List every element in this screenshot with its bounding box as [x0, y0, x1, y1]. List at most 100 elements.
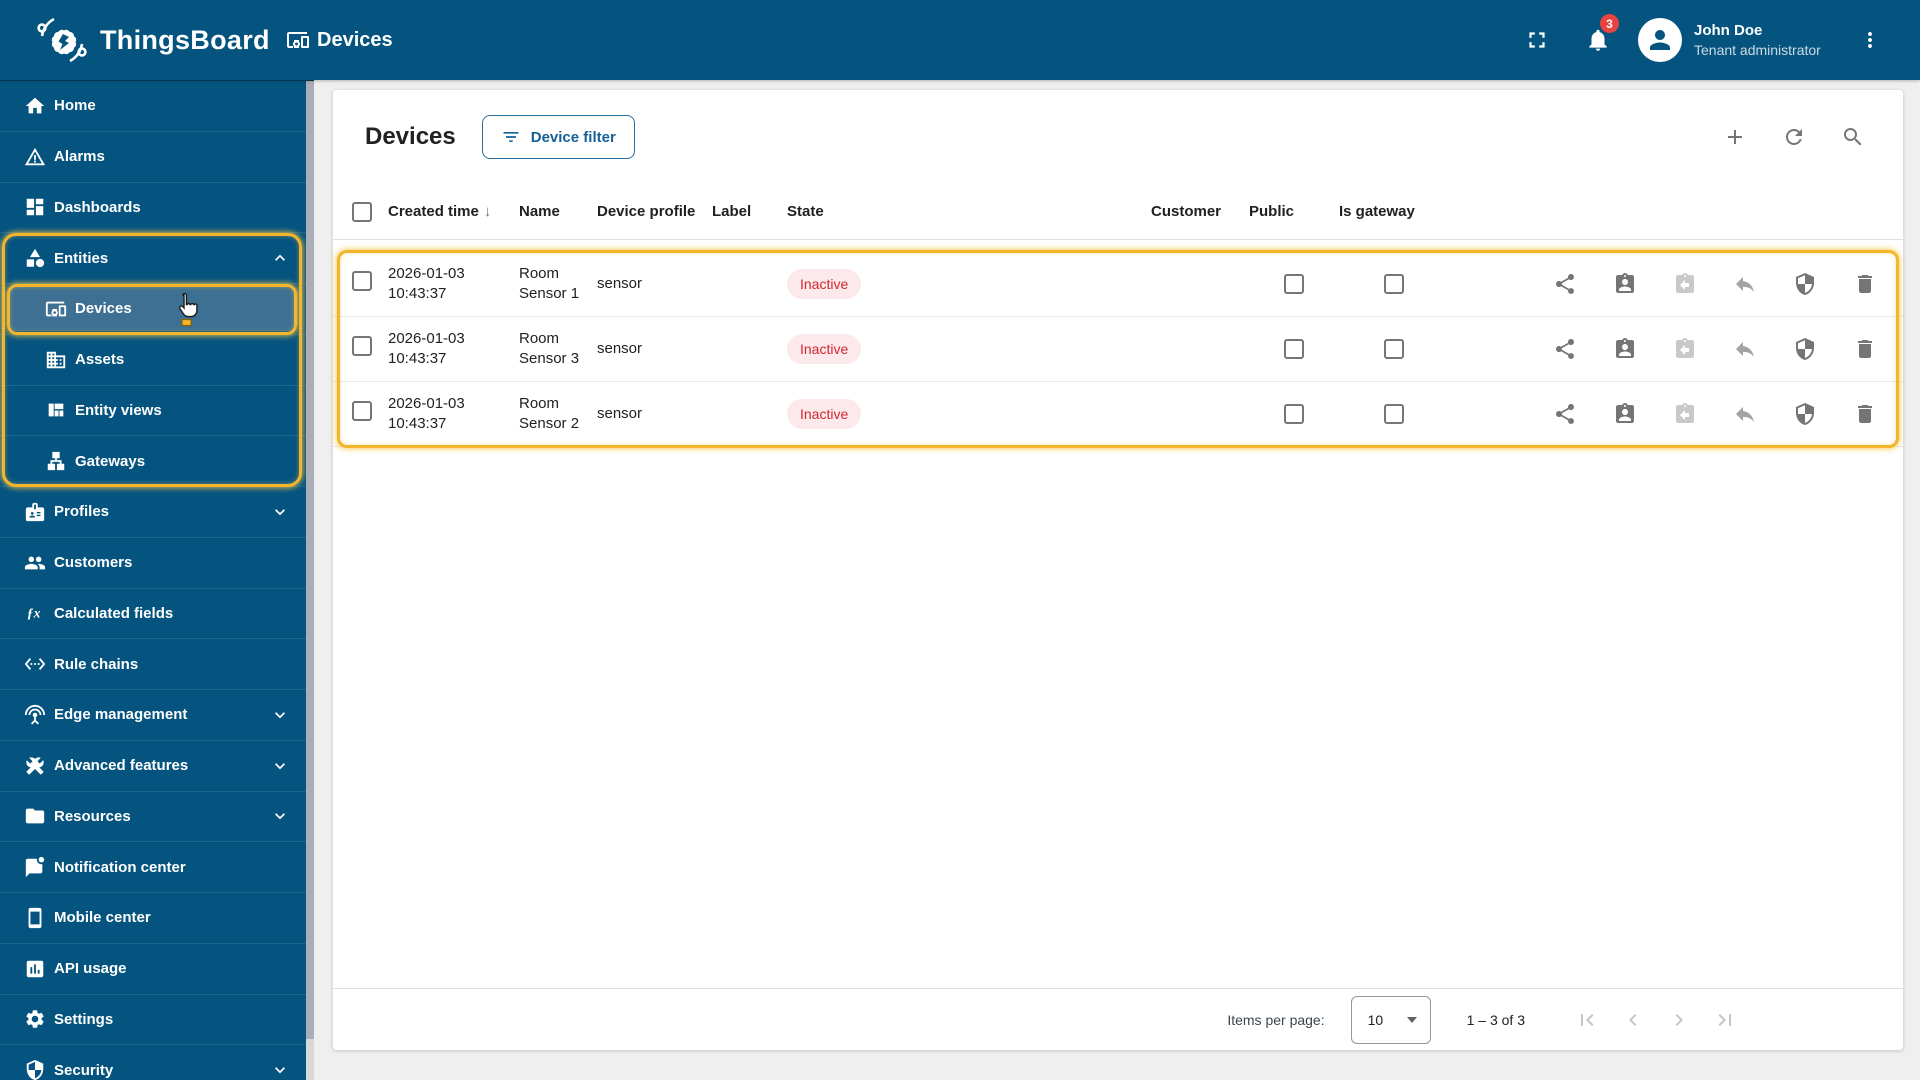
table-row[interactable]: 2026-01-03 10:43:37 Room Sensor 3 sensor…: [333, 317, 1903, 382]
row-checkbox[interactable]: [352, 270, 372, 291]
previous-page-button[interactable]: [1613, 1000, 1653, 1040]
user-avatar[interactable]: [1638, 18, 1682, 62]
paginator-range: 1 – 3 of 3: [1466, 1011, 1525, 1028]
sidebar-item-notification-center[interactable]: Notification center: [0, 842, 306, 893]
sidebar-item-entities[interactable]: Entities: [0, 233, 306, 284]
column-header-label[interactable]: Label: [712, 203, 787, 220]
next-page-button[interactable]: [1659, 1000, 1699, 1040]
delete-button[interactable]: [1853, 272, 1877, 296]
assign-customer-button[interactable]: [1613, 402, 1637, 426]
share-button[interactable]: [1553, 272, 1577, 296]
sidebar-item-advanced-features[interactable]: Advanced features: [0, 741, 306, 792]
gateway-checkbox[interactable]: [1384, 274, 1404, 294]
notifications-button[interactable]: 3: [1578, 14, 1619, 60]
sidebar-item-security[interactable]: Security: [0, 1045, 306, 1080]
sidebar-item-label: Entities: [54, 249, 109, 267]
sidebar-item-dashboards[interactable]: Dashboards: [0, 183, 306, 234]
column-header-device-profile[interactable]: Device profile: [597, 203, 712, 220]
sidebar-item-mobile-center[interactable]: Mobile center: [0, 893, 306, 944]
mobile-center-icon: [24, 907, 46, 929]
sidebar-item-label: Calculated fields: [54, 604, 174, 622]
last-page-button[interactable]: [1705, 1000, 1745, 1040]
add-device-button[interactable]: [1715, 117, 1755, 157]
assign-customer-button[interactable]: [1613, 337, 1637, 361]
row-checkbox[interactable]: [352, 400, 372, 421]
credentials-shield-icon: [1793, 337, 1817, 361]
delete-button[interactable]: [1853, 402, 1877, 426]
column-header-name[interactable]: Name: [519, 203, 597, 220]
sidebar-item-customers[interactable]: Customers: [0, 538, 306, 589]
sidebar-item-alarms[interactable]: Alarms: [0, 132, 306, 183]
refresh-icon: [1782, 125, 1806, 149]
column-header-created-time[interactable]: Created time ↓: [388, 203, 519, 220]
page-size-value: 10: [1367, 1011, 1384, 1028]
make-private-button[interactable]: [1733, 272, 1757, 296]
cell-created-time: 2026-01-03 10:43:37: [388, 264, 465, 302]
page-size-select[interactable]: 10: [1350, 995, 1431, 1044]
sidebar-item-gateways[interactable]: Gateways: [0, 436, 306, 487]
edge-management-icon: [24, 704, 46, 726]
sidebar-item-label: Alarms: [54, 148, 105, 166]
sidebar-item-settings[interactable]: Settings: [0, 995, 306, 1046]
first-page-icon: [1575, 1008, 1599, 1032]
sidebar-item-entity-views[interactable]: Entity views: [0, 386, 306, 437]
sidebar-item-calculated-fields[interactable]: Calculated fields: [0, 589, 306, 640]
card-toolbar: Devices Device filter: [333, 90, 1903, 184]
device-filter-label: Device filter: [530, 128, 616, 146]
chevron-down-icon: [270, 1060, 290, 1080]
table-row[interactable]: 2026-01-03 10:43:37 Room Sensor 1 sensor…: [333, 252, 1903, 317]
app-logo[interactable]: ThingsBoard: [34, 14, 270, 66]
public-checkbox[interactable]: [1284, 274, 1304, 294]
make-private-button[interactable]: [1733, 337, 1757, 361]
share-button[interactable]: [1553, 402, 1577, 426]
credentials-button[interactable]: [1793, 337, 1817, 361]
make-private-button[interactable]: [1733, 402, 1757, 426]
first-page-button[interactable]: [1567, 1000, 1607, 1040]
sidebar-item-profiles[interactable]: Profiles: [0, 487, 306, 538]
sidebar-item-label: Assets: [75, 351, 125, 369]
sidebar-item-devices[interactable]: Devices: [0, 284, 306, 335]
assign-customer-icon: [1613, 402, 1637, 426]
row-checkbox[interactable]: [352, 335, 372, 356]
assign-customer-icon: [1613, 337, 1637, 361]
unassign-customer-button[interactable]: [1673, 337, 1697, 361]
delete-button[interactable]: [1853, 337, 1877, 361]
assign-customer-button[interactable]: [1613, 272, 1637, 296]
search-button[interactable]: [1833, 117, 1873, 157]
make-private-icon: [1733, 337, 1757, 361]
column-header-is-gateway[interactable]: Is gateway: [1339, 203, 1449, 220]
sidebar-item-edge-management[interactable]: Edge management: [0, 690, 306, 741]
sidebar-item-label: Home: [54, 97, 96, 115]
public-checkbox[interactable]: [1284, 339, 1304, 359]
last-page-icon: [1713, 1008, 1737, 1032]
sidebar-item-label: Mobile center: [54, 909, 151, 927]
credentials-button[interactable]: [1793, 402, 1817, 426]
fullscreen-button[interactable]: [1517, 20, 1557, 60]
sidebar-item-resources[interactable]: Resources: [0, 792, 306, 843]
column-header-state[interactable]: State: [787, 203, 1151, 220]
sidebar-scrollbar[interactable]: [306, 81, 314, 1080]
select-all-checkbox[interactable]: [352, 201, 372, 222]
sidebar-scrollbar-thumb[interactable]: [306, 81, 314, 1039]
gateway-checkbox[interactable]: [1384, 404, 1404, 424]
gateway-checkbox[interactable]: [1384, 339, 1404, 359]
table-row[interactable]: 2026-01-03 10:43:37 Room Sensor 2 sensor…: [333, 382, 1903, 447]
sidebar-item-api-usage[interactable]: API usage: [0, 944, 306, 995]
mouse-cursor-icon: [179, 293, 198, 327]
sidebar-item-rule-chains[interactable]: Rule chains: [0, 639, 306, 690]
unassign-customer-button[interactable]: [1673, 272, 1697, 296]
share-button[interactable]: [1553, 337, 1577, 361]
user-menu[interactable]: John Doe Tenant administrator: [1694, 0, 1821, 80]
credentials-button[interactable]: [1793, 272, 1817, 296]
header-menu-button[interactable]: [1850, 20, 1890, 60]
refresh-button[interactable]: [1774, 117, 1814, 157]
calculated-fields-icon: [24, 602, 46, 624]
public-checkbox[interactable]: [1284, 404, 1304, 424]
sidebar-item-assets[interactable]: Assets: [0, 335, 306, 386]
device-filter-button[interactable]: Device filter: [481, 115, 635, 159]
sidebar-item-home[interactable]: Home: [0, 81, 306, 132]
unassign-customer-button[interactable]: [1673, 402, 1697, 426]
chevron-down-icon: [270, 756, 290, 776]
column-header-public[interactable]: Public: [1249, 203, 1339, 220]
column-header-customer[interactable]: Customer: [1151, 203, 1249, 220]
